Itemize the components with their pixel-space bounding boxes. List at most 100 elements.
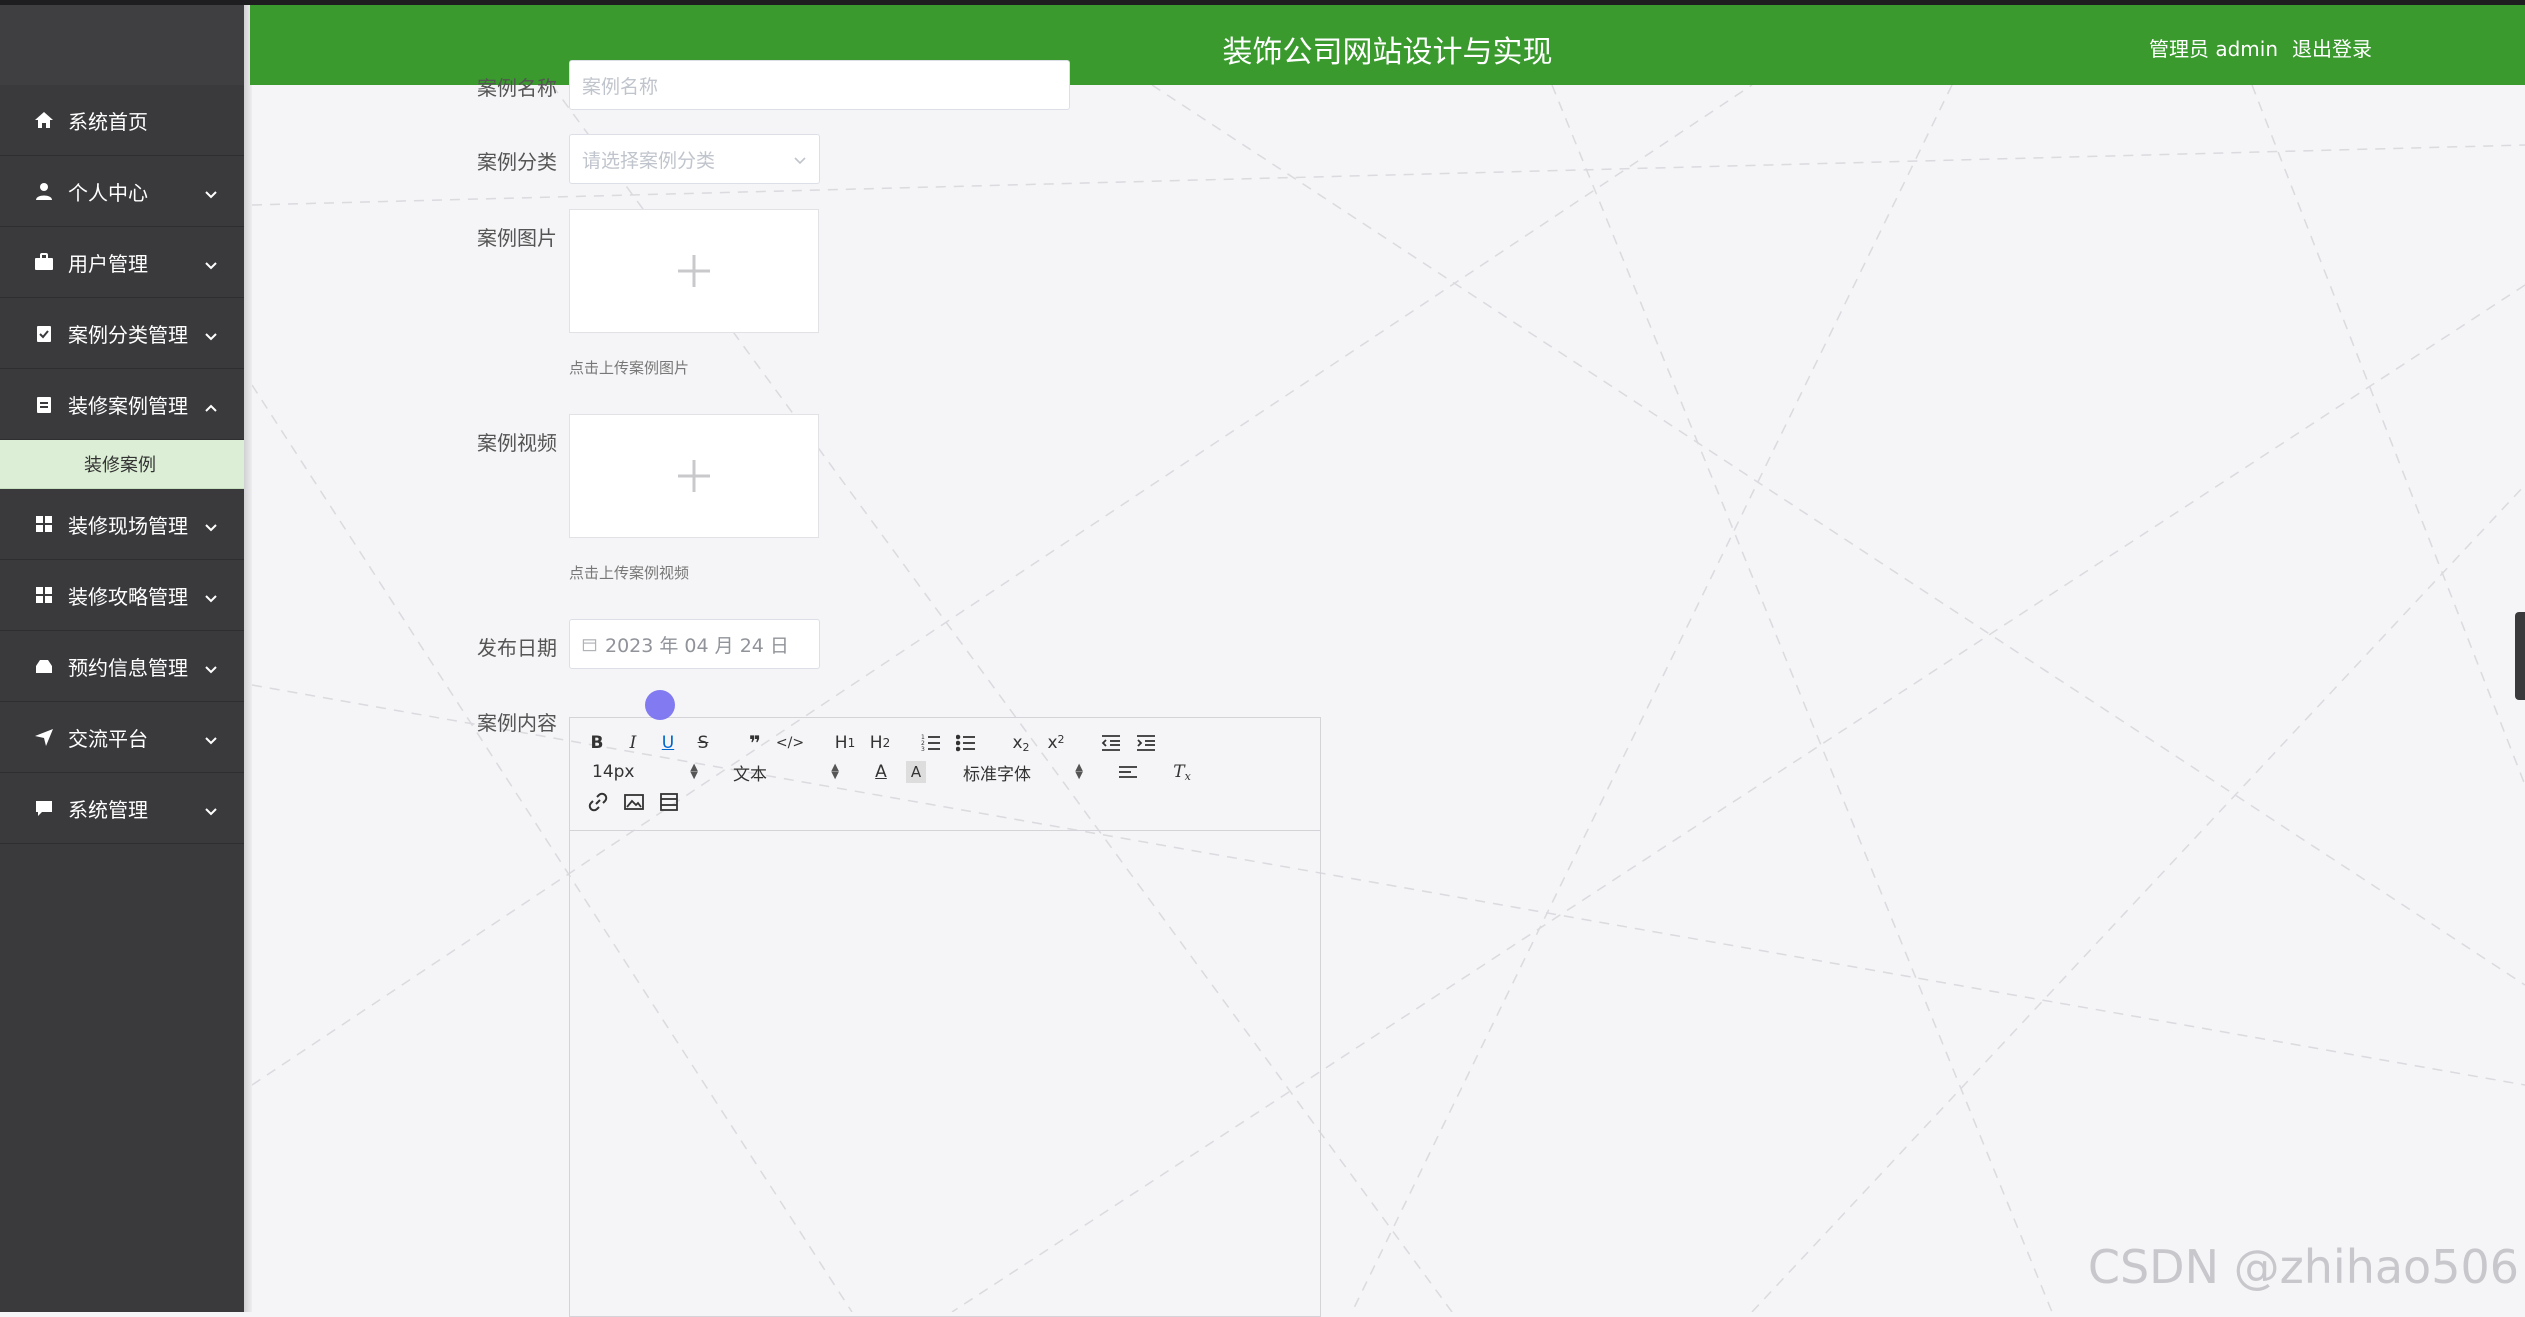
case-name-placeholder: 案例名称 — [582, 75, 659, 98]
sidebar-item-exchange-platform[interactable]: 交流平台 — [0, 702, 244, 773]
sidebar-item-decoration-case-management[interactable]: 装修案例管理 — [0, 369, 244, 440]
page-scrollbar[interactable] — [2515, 612, 2525, 700]
inbox-icon — [34, 656, 54, 676]
sidebar: 系统首页 个人中心 用户管理 案例分类管理 装修案例管理 装修案例 装修现场管理… — [0, 0, 244, 1312]
chat-icon — [34, 798, 54, 818]
sidebar-item-label: 装修现场管理 — [68, 513, 188, 538]
watermark: CSDN @zhihao506 — [2087, 1240, 2519, 1294]
image-icon[interactable] — [623, 791, 645, 813]
chevron-down-icon — [204, 800, 218, 816]
block-type-select[interactable]: 文本 ▲ ▼ — [733, 761, 839, 785]
publish-date-label: 发布日期 — [477, 636, 557, 660]
clipboard-check-icon — [34, 323, 54, 343]
code-block-icon[interactable]: </> — [776, 732, 804, 754]
underline-icon[interactable]: U — [658, 732, 678, 754]
sidebar-item-label: 预约信息管理 — [68, 655, 188, 680]
chevron-down-icon — [204, 516, 218, 532]
case-image-hint: 点击上传案例图片 — [569, 359, 690, 377]
case-video-label: 案例视频 — [477, 431, 557, 455]
header-user-area: 管理员 admin 退出登录 — [2149, 33, 2372, 62]
bullet-list-icon[interactable] — [955, 732, 977, 754]
chevron-down-icon — [794, 157, 806, 165]
case-name-input[interactable]: 案例名称 — [569, 60, 1070, 110]
video-icon[interactable] — [658, 791, 680, 813]
editor-toolbar: B I U S ❞ </> H1 H2 123 x2 x2 14px ▲ ▼ 文本… — [570, 718, 1320, 831]
grid-icon — [34, 585, 54, 605]
italic-icon[interactable]: I — [623, 732, 643, 754]
ordered-list-icon[interactable]: 123 — [920, 732, 942, 754]
strikethrough-icon[interactable]: S — [693, 732, 713, 754]
clipboard-icon — [34, 394, 54, 414]
font-size-value: 14px — [592, 762, 635, 782]
sidebar-item-label: 用户管理 — [68, 251, 148, 276]
chevron-down-icon — [204, 325, 218, 341]
outdent-icon[interactable] — [1100, 732, 1122, 754]
grid-icon — [34, 514, 54, 534]
select-arrows-icon: ▲ ▼ — [1075, 762, 1083, 781]
publish-date-input[interactable]: 2023 年 04 月 24 日 — [569, 619, 820, 669]
align-icon[interactable] — [1117, 761, 1139, 783]
link-icon[interactable] — [587, 791, 609, 813]
block-type-value: 文本 — [733, 764, 767, 785]
sidebar-item-label: 交流平台 — [68, 726, 148, 751]
clear-format-icon[interactable]: Tx — [1171, 761, 1193, 783]
logout-link[interactable]: 退出登录 — [2292, 33, 2372, 62]
publish-date-value: 2023 年 04 月 24 日 — [605, 634, 789, 657]
sidebar-item-appointment-management[interactable]: 预约信息管理 — [0, 631, 244, 702]
font-family-value: 标准字体 — [963, 764, 1031, 785]
sidebar-item-label: 装修案例管理 — [68, 393, 188, 418]
sidebar-item-label: 案例分类管理 — [68, 322, 188, 347]
sidebar-item-user-management[interactable]: 用户管理 — [0, 227, 244, 298]
font-size-select[interactable]: 14px ▲ ▼ — [592, 761, 698, 783]
rich-text-editor: B I U S ❞ </> H1 H2 123 x2 x2 14px ▲ ▼ 文本… — [569, 717, 1321, 1317]
case-image-upload[interactable] — [569, 209, 819, 333]
font-color-icon[interactable]: A — [871, 761, 891, 783]
sidebar-item-system-management[interactable]: 系统管理 — [0, 773, 244, 844]
editor-content-area[interactable] — [570, 831, 1320, 1317]
sidebar-subitem-label: 装修案例 — [84, 455, 156, 476]
plus-icon — [678, 255, 710, 287]
bold-icon[interactable]: B — [587, 732, 607, 754]
sidebar-logo-area — [0, 0, 244, 85]
chevron-down-icon — [204, 658, 218, 674]
case-video-hint: 点击上传案例视频 — [569, 564, 690, 582]
select-arrows-icon: ▲ ▼ — [831, 762, 839, 781]
chevron-down-icon — [204, 587, 218, 603]
sidebar-subitem-decoration-case[interactable]: 装修案例 — [0, 440, 244, 489]
case-image-label: 案例图片 — [477, 226, 557, 250]
background-color-icon[interactable]: A — [906, 761, 926, 783]
sidebar-item-case-category-management[interactable]: 案例分类管理 — [0, 298, 244, 369]
case-category-label: 案例分类 — [477, 150, 557, 174]
select-arrows-icon: ▲ ▼ — [690, 762, 698, 781]
indent-icon[interactable] — [1135, 732, 1157, 754]
superscript-icon[interactable]: x2 — [1043, 732, 1069, 754]
plus-icon — [678, 460, 710, 492]
svg-text:3: 3 — [921, 746, 925, 753]
sidebar-item-home[interactable]: 系统首页 — [0, 85, 244, 156]
case-category-placeholder: 请选择案例分类 — [582, 149, 716, 172]
case-name-label: 案例名称 — [477, 76, 557, 100]
sidebar-item-personal-center[interactable]: 个人中心 — [0, 156, 244, 227]
font-family-select[interactable]: 标准字体 ▲ ▼ — [963, 761, 1083, 785]
heading2-icon[interactable]: H2 — [867, 732, 893, 754]
send-icon — [34, 727, 54, 747]
sidebar-item-site-management[interactable]: 装修现场管理 — [0, 489, 244, 560]
heading1-icon[interactable]: H1 — [832, 732, 858, 754]
admin-username: 管理员 admin — [2148, 37, 2278, 61]
chevron-up-icon — [204, 396, 218, 412]
blockquote-icon[interactable]: ❞ — [744, 731, 766, 755]
user-icon — [34, 181, 54, 201]
case-category-select[interactable]: 请选择案例分类 — [569, 134, 820, 184]
chevron-down-icon — [204, 254, 218, 270]
case-content-label: 案例内容 — [477, 711, 557, 735]
sidebar-item-guide-management[interactable]: 装修攻略管理 — [0, 560, 244, 631]
home-icon — [34, 110, 54, 130]
briefcase-icon — [34, 252, 54, 272]
chevron-down-icon — [204, 183, 218, 199]
sidebar-shadow — [244, 0, 252, 1312]
chevron-down-icon — [204, 729, 218, 745]
sidebar-item-label: 装修攻略管理 — [68, 584, 188, 609]
sidebar-item-label: 个人中心 — [68, 180, 148, 205]
case-video-upload[interactable] — [569, 414, 819, 538]
subscript-icon[interactable]: x2 — [1008, 732, 1034, 754]
